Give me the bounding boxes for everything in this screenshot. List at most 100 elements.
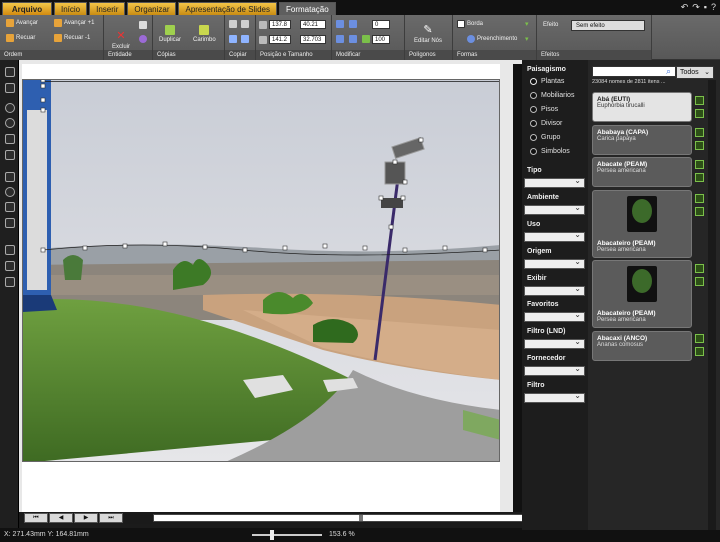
- opacity-field[interactable]: 100: [372, 35, 390, 44]
- plant-info-icon[interactable]: [695, 277, 704, 286]
- save-icon[interactable]: ▪: [704, 2, 707, 13]
- fornecedor-select[interactable]: [524, 364, 585, 376]
- catalog-item[interactable]: Abá (EUTI) Euphorbia tirucalli: [592, 92, 692, 122]
- ellipse-tool-icon[interactable]: [5, 187, 15, 197]
- pan-tool-icon[interactable]: [5, 83, 15, 93]
- scroll-thumb[interactable]: [359, 515, 363, 521]
- tipo-select[interactable]: [524, 176, 585, 188]
- width-field[interactable]: 40.21: [300, 20, 326, 29]
- y-field[interactable]: 141.2: [269, 35, 291, 44]
- add-plant-icon[interactable]: [695, 96, 704, 105]
- polygon-tool-icon[interactable]: [5, 202, 15, 212]
- tab-apresentacao[interactable]: Apresentação de Slides: [178, 2, 277, 15]
- recuar-button[interactable]: Recuar: [6, 34, 35, 42]
- align-icon[interactable]: [241, 20, 249, 28]
- visibility-icon[interactable]: [139, 35, 147, 43]
- add-plant-icon[interactable]: [695, 194, 704, 203]
- prev-page-button[interactable]: ◀: [49, 513, 73, 523]
- flip-horizontal-icon[interactable]: [336, 20, 344, 28]
- photo-image[interactable]: [22, 79, 500, 462]
- add-plant-icon[interactable]: [695, 128, 704, 137]
- zoom-slider[interactable]: [252, 530, 322, 540]
- recuar1-button[interactable]: Recuar -1: [54, 34, 90, 42]
- rectangle-tool-icon[interactable]: [5, 172, 15, 182]
- search-icon[interactable]: ⌕: [666, 66, 671, 77]
- tab-inicio[interactable]: Início: [54, 2, 88, 15]
- editar-nos-button[interactable]: ✎ Editar Nós: [414, 23, 442, 44]
- first-page-button[interactable]: ⏮: [24, 513, 48, 523]
- uso-select[interactable]: [524, 230, 585, 242]
- tab-arquivo[interactable]: Arquivo: [2, 2, 52, 15]
- borda-button[interactable]: Borda: [457, 20, 483, 28]
- eyedropper-tool-icon[interactable]: [5, 261, 15, 271]
- scope-select[interactable]: Todos ⌄: [676, 66, 714, 79]
- rotation-field[interactable]: 0: [372, 20, 390, 29]
- catalog-search-input[interactable]: [592, 66, 676, 77]
- tab-formatacao[interactable]: Formatação: [278, 2, 336, 15]
- avancar1-button[interactable]: Avançar +1: [54, 19, 94, 27]
- plant-info-icon[interactable]: [695, 207, 704, 216]
- plant-info-icon[interactable]: [695, 109, 704, 118]
- plant-info-icon[interactable]: [695, 173, 704, 182]
- plant-info-icon[interactable]: [695, 347, 704, 356]
- catalog-item[interactable]: Abacaxi (ANCO) Ananas comosus: [592, 331, 692, 361]
- help-icon[interactable]: ?: [711, 2, 716, 13]
- zoom-fit-icon[interactable]: [5, 134, 15, 144]
- add-plant-icon[interactable]: [695, 334, 704, 343]
- catalog-item[interactable]: Ababaya (CAPA) Carica papaya: [592, 125, 692, 155]
- catalog-item[interactable]: Abacateiro (PEAM) Persea americana: [592, 260, 692, 328]
- tree-thumbnail: [627, 196, 657, 232]
- next-page-button[interactable]: ▶: [74, 513, 98, 523]
- last-page-button[interactable]: ⏭: [99, 513, 123, 523]
- preenchimento-button[interactable]: Preenchimento: [467, 35, 517, 43]
- radio-pisos[interactable]: Pisos: [530, 106, 558, 113]
- lock-icon[interactable]: [139, 21, 147, 29]
- ambiente-select[interactable]: [524, 203, 585, 215]
- border-dropdown-icon[interactable]: ▾: [525, 20, 529, 28]
- tab-inserir[interactable]: Inserir: [89, 2, 126, 15]
- freehand-tool-icon[interactable]: [5, 218, 15, 228]
- flip-vertical-icon[interactable]: [349, 20, 357, 28]
- zoom-in-icon[interactable]: [5, 103, 15, 113]
- favoritos-select[interactable]: [524, 310, 585, 322]
- duplicar-button[interactable]: Duplicar: [159, 25, 181, 43]
- radio-simbolos[interactable]: Simbolos: [530, 148, 570, 155]
- catalog-item[interactable]: Abacateiro (PEAM) Persea americana: [592, 190, 692, 258]
- canvas-horizontal-scrollbar[interactable]: [153, 514, 533, 522]
- radio-grupo[interactable]: Grupo: [530, 134, 560, 141]
- copy-style-icon[interactable]: [229, 35, 237, 43]
- add-plant-icon[interactable]: [695, 264, 704, 273]
- avancar-button[interactable]: Avançar: [6, 19, 38, 27]
- fill-dropdown-icon[interactable]: ▾: [525, 35, 529, 43]
- effect-select[interactable]: Sem efeito: [571, 20, 645, 31]
- filtro-select[interactable]: [524, 391, 585, 403]
- excluir-button[interactable]: ✕ Excluir: [112, 29, 130, 50]
- carimbo-button[interactable]: Carimbo: [193, 25, 216, 43]
- tab-organizar[interactable]: Organizar: [127, 2, 177, 15]
- radio-divisor[interactable]: Divisor: [530, 120, 562, 127]
- add-plant-icon[interactable]: [695, 160, 704, 169]
- x-field[interactable]: 137.8: [269, 20, 291, 29]
- catalog-scrollbar[interactable]: [708, 80, 716, 530]
- catalog-item[interactable]: Abacate (PEAM) Persea americana: [592, 157, 692, 187]
- radio-mobiliarios[interactable]: Mobiliarios: [530, 92, 574, 99]
- plant-info-icon[interactable]: [695, 141, 704, 150]
- pen-tool-icon[interactable]: [5, 245, 15, 255]
- origem-select[interactable]: [524, 257, 585, 269]
- redo-icon[interactable]: ↷: [692, 2, 700, 13]
- filtro-lnd-select[interactable]: [524, 337, 585, 349]
- copy-icon[interactable]: [229, 20, 237, 28]
- undo-icon[interactable]: ↶: [681, 2, 689, 13]
- zoom-page-icon[interactable]: [5, 150, 15, 160]
- exibir-select[interactable]: [524, 284, 585, 296]
- radio-plantas[interactable]: Plantas: [530, 78, 564, 85]
- rotate-left-icon[interactable]: [336, 35, 344, 43]
- zoom-slider-thumb[interactable]: [270, 530, 274, 540]
- rotate-right-icon[interactable]: [349, 35, 357, 43]
- zoom-out-icon[interactable]: [5, 118, 15, 128]
- height-field[interactable]: 32.703: [300, 35, 326, 44]
- text-tool-icon[interactable]: [5, 277, 15, 287]
- paste-style-icon[interactable]: [241, 35, 249, 43]
- select-tool-icon[interactable]: [5, 67, 15, 77]
- canvas-vertical-scrollbar[interactable]: [513, 64, 522, 514]
